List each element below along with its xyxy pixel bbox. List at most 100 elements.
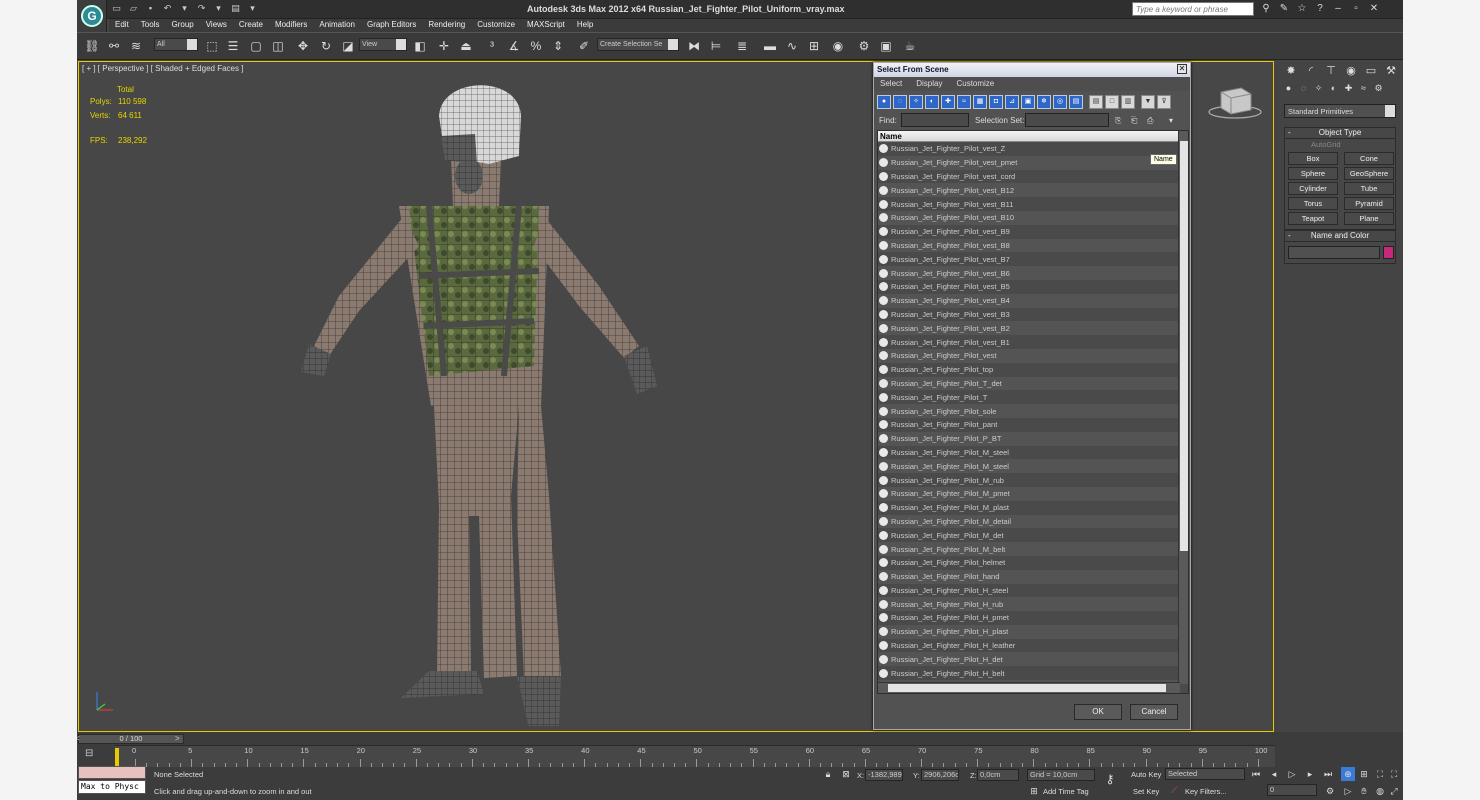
pan-icon[interactable]: ✋︎ <box>1357 784 1371 798</box>
dialog-menu-display[interactable]: Display <box>916 79 942 89</box>
move-icon[interactable]: ✥ <box>294 37 312 55</box>
restore-icon[interactable]: ▫ <box>1350 2 1362 16</box>
autogrid-checkbox[interactable]: AutoGrid <box>1285 139 1395 149</box>
absolute-mode-icon[interactable]: ⊠ <box>839 767 853 781</box>
list-item[interactable]: Russian_Jet_Fighter_Pilot_H_plast <box>878 624 1178 639</box>
dialog-menu-select[interactable]: Select <box>880 79 902 89</box>
vertical-scrollbar[interactable] <box>1178 131 1188 684</box>
project-icon[interactable]: ▤ <box>230 3 241 14</box>
key-pencil-icon[interactable]: ⟋ <box>1167 783 1181 797</box>
list-item[interactable]: Russian_Jet_Fighter_Pilot_M_steel <box>878 459 1178 474</box>
mirror-icon[interactable]: ⧓ <box>685 37 703 55</box>
set-key-icon[interactable]: ⚷ <box>1103 772 1117 786</box>
pivot-center-icon[interactable]: ◧ <box>411 37 429 55</box>
undo-icon[interactable]: ↶ <box>162 3 173 14</box>
selection-set-remove-icon[interactable]: ⎗ <box>1131 116 1137 126</box>
list-item[interactable]: Russian_Jet_Fighter_Pilot_H_pmet <box>878 611 1178 625</box>
list-item[interactable]: Russian_Jet_Fighter_Pilot_H_leather <box>878 638 1178 653</box>
list-item[interactable]: Russian_Jet_Fighter_Pilot_vest_B8 <box>878 238 1178 253</box>
selection-set-dropdown[interactable] <box>1025 113 1109 127</box>
cameras-icon[interactable]: ◐ <box>1328 83 1339 96</box>
display-geometry-icon[interactable]: ● <box>877 95 891 109</box>
align-icon[interactable]: ⊨ <box>707 37 725 55</box>
list-item[interactable]: Russian_Jet_Fighter_Pilot_vest_B5 <box>878 279 1178 294</box>
list-item[interactable]: Russian_Jet_Fighter_Pilot_vest_B10 <box>878 210 1178 225</box>
selection-set-add-icon[interactable]: ⎘ <box>1115 116 1121 126</box>
graphite-ribbon-icon[interactable]: ▬ <box>761 37 779 55</box>
cancel-button[interactable]: Cancel <box>1130 704 1178 720</box>
link-icon[interactable]: ⛓ <box>83 37 101 55</box>
display-cameras-icon[interactable]: ◐ <box>925 95 939 109</box>
qat-dropdown-icon[interactable]: ▾ <box>247 3 258 14</box>
maxscript-mini-listener-output[interactable] <box>78 766 146 779</box>
snaps-toggle-icon[interactable]: ³ <box>483 37 501 55</box>
goto-end-icon[interactable]: ⏭ <box>1321 767 1335 781</box>
list-item[interactable]: Russian_Jet_Fighter_Pilot_pant <box>878 417 1178 432</box>
pilot-model-wireframe[interactable] <box>279 76 679 726</box>
save-icon[interactable]: ▪ <box>145 3 156 14</box>
named-selection-dropdown[interactable]: Create Selection Se <box>597 38 679 51</box>
display-helpers-icon[interactable]: ✚ <box>941 95 955 109</box>
list-item[interactable]: Russian_Jet_Fighter_Pilot_vest_B7 <box>878 252 1178 267</box>
percent-snap-icon[interactable]: % <box>527 37 545 55</box>
ok-button[interactable]: OK <box>1074 704 1122 720</box>
current-frame-field[interactable]: 0 <box>1267 784 1317 796</box>
filter-icon[interactable]: ▼ <box>1141 95 1155 109</box>
time-config-icon[interactable]: ⚙ <box>1323 784 1337 798</box>
menu-views[interactable]: Views <box>200 19 233 32</box>
lock-selection-icon[interactable]: 🔒︎ <box>821 767 835 781</box>
horizontal-scrollbar[interactable] <box>878 682 1180 693</box>
maximize-viewport-icon[interactable]: ⤢ <box>1387 784 1401 798</box>
display-xrefs-icon[interactable]: ◘ <box>989 95 1003 109</box>
filter-options-icon[interactable]: ⊽ <box>1157 95 1171 109</box>
display-hidden-icon[interactable]: ◎ <box>1053 95 1067 109</box>
display-lights-icon[interactable]: ✧ <box>909 95 923 109</box>
unlink-icon[interactable]: ⚯ <box>105 37 123 55</box>
list-item[interactable]: Russian_Jet_Fighter_Pilot_vest <box>878 348 1178 363</box>
teapot-button[interactable]: Teapot <box>1288 212 1338 225</box>
cone-button[interactable]: Cone <box>1344 152 1394 165</box>
list-item[interactable]: Russian_Jet_Fighter_Pilot_vest_B2 <box>878 321 1178 336</box>
list-item[interactable]: Russian_Jet_Fighter_Pilot_hand <box>878 569 1178 584</box>
tube-button[interactable]: Tube <box>1344 182 1394 195</box>
time-tag-icon[interactable]: ⊞ <box>1027 784 1041 798</box>
list-item[interactable]: Russian_Jet_Fighter_Pilot_M_pmet <box>878 486 1178 501</box>
list-item[interactable]: Russian_Jet_Fighter_Pilot_M_detail <box>878 514 1178 529</box>
render-setup-icon[interactable]: ⚙ <box>855 37 873 55</box>
list-item[interactable]: Russian_Jet_Fighter_Pilot_vest_Z <box>878 142 1178 156</box>
lights-icon[interactable]: ✧ <box>1313 83 1324 96</box>
schematic-view-icon[interactable]: ⊞ <box>805 37 823 55</box>
display-all-icon[interactable]: ▤ <box>1069 95 1083 109</box>
selection-filter-dropdown[interactable]: All <box>154 38 198 51</box>
binoculars-icon[interactable]: ⚲ <box>1260 2 1272 16</box>
object-name-input[interactable] <box>1288 246 1380 259</box>
close-icon[interactable]: ✕ <box>1368 2 1380 16</box>
material-editor-icon[interactable]: ◉ <box>829 37 847 55</box>
timeline-track[interactable]: 0 5 10 15 20 25 30 35 40 45 50 55 60 65 70 75 80 85 90 95 10… <box>115 745 1275 767</box>
minimize-icon[interactable]: – <box>1332 2 1344 16</box>
motion-tab-icon[interactable]: ◉ <box>1343 63 1359 79</box>
utilities-tab-icon[interactable]: ⚒ <box>1383 63 1399 79</box>
list-item[interactable]: Russian_Jet_Fighter_Pilot_vest_B4 <box>878 293 1178 308</box>
list-item[interactable]: Russian_Jet_Fighter_Pilot_vest_B12 <box>878 183 1178 198</box>
window-crossing-icon[interactable]: ◫ <box>269 37 287 55</box>
favorites-icon[interactable]: ☆ <box>1296 2 1308 16</box>
application-button[interactable]: G <box>77 0 107 32</box>
zoom-all-icon[interactable]: ⊞ <box>1357 767 1371 781</box>
select-invert-icon[interactable]: ▥ <box>1121 95 1135 109</box>
selection-set-manage-icon[interactable]: ⎙ <box>1147 116 1153 126</box>
menu-group[interactable]: Group <box>165 19 199 32</box>
object-type-header[interactable]: - Object Type <box>1285 128 1395 139</box>
set-key-button[interactable]: Set Key <box>1133 787 1159 796</box>
display-groups-icon[interactable]: ▦ <box>973 95 987 109</box>
display-containers-icon[interactable]: ▣ <box>1021 95 1035 109</box>
list-item[interactable]: Russian_Jet_Fighter_Pilot_vest_B6 <box>878 266 1178 280</box>
layer-manager-icon[interactable]: ≣ <box>733 37 751 55</box>
sphere-button[interactable]: Sphere <box>1288 167 1338 180</box>
scale-icon[interactable]: ◪ <box>339 37 357 55</box>
zoom-extents-all-icon[interactable]: ⛶ <box>1387 767 1401 781</box>
hierarchy-tab-icon[interactable]: ⊤ <box>1323 63 1339 79</box>
list-item[interactable]: Russian_Jet_Fighter_Pilot_vest_B11 <box>878 197 1178 211</box>
helpers-icon[interactable]: ✚ <box>1343 83 1354 96</box>
maxscript-mini-listener-input[interactable]: Max to Physc <box>78 780 146 794</box>
